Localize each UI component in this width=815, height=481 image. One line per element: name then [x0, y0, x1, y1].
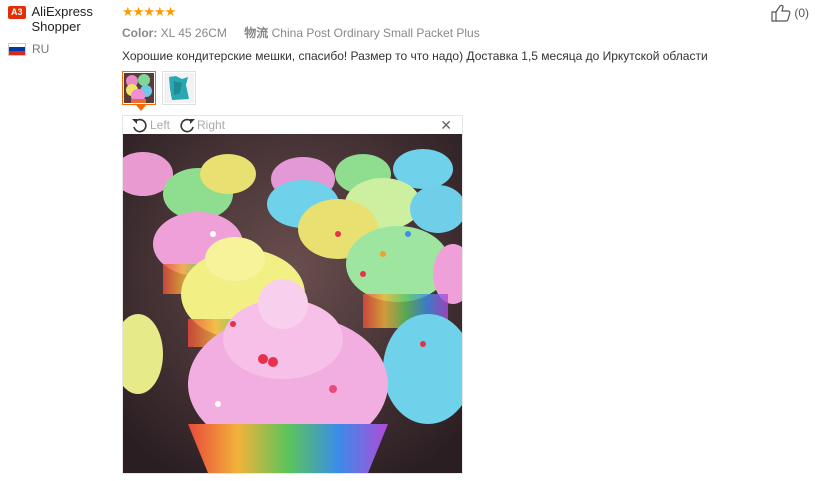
image-viewer: Left Right ✕ — [122, 115, 463, 474]
star-icon: ★ — [164, 3, 177, 19]
color-label: Color: — [122, 26, 158, 40]
rotate-right-button[interactable]: Right — [178, 117, 225, 133]
color-value: XL 45 26CM — [160, 26, 227, 40]
cupcake-photo-icon — [124, 73, 154, 103]
review-photo — [123, 134, 462, 473]
russia-flag-icon — [8, 42, 26, 56]
rotate-left-label: Left — [150, 118, 171, 132]
star-icon: ★ — [153, 3, 166, 19]
shipping-value: China Post Ordinary Small Packet Plus — [271, 26, 480, 40]
rotate-left-button[interactable]: Left — [131, 117, 170, 133]
reviewer-name[interactable]: AliExpress Shopper — [32, 4, 114, 34]
viewer-toolbar: Left Right ✕ — [123, 116, 462, 134]
shipping-label: 物流 — [244, 26, 269, 40]
thumbnail-bag[interactable] — [162, 71, 196, 105]
rotate-right-icon — [180, 118, 196, 133]
review-body: ★ ★ ★ ★ ★ Color: XL 45 26CM 物流 China Pos… — [122, 4, 762, 111]
rotate-right-label: Right — [197, 118, 226, 132]
thumbnail-cupcakes[interactable] — [122, 71, 156, 111]
star-icon: ★ — [132, 3, 145, 19]
star-icon: ★ — [122, 3, 134, 19]
review-text: Хорошие кондитерские мешки, спасибо! Раз… — [122, 49, 708, 63]
cupcakes-photo — [123, 134, 462, 473]
star-icon: ★ — [143, 3, 155, 19]
user-level-badge: A3 — [8, 6, 26, 19]
star-rating: ★ ★ ★ ★ ★ — [122, 4, 762, 18]
close-icon[interactable]: ✕ — [440, 117, 452, 134]
reviewer-info: A3 AliExpress Shopper RU — [8, 4, 114, 56]
reviewer-country: RU — [8, 42, 114, 56]
helpful-vote[interactable]: (0) — [771, 4, 809, 22]
country-code: RU — [32, 42, 50, 56]
review-thumbnails — [122, 71, 762, 111]
teal-bag-photo-icon — [164, 73, 194, 103]
thumbs-up-icon — [771, 4, 791, 22]
active-thumbnail-pointer — [136, 105, 146, 111]
order-info: Color: XL 45 26CM 物流 China Post Ordinary… — [122, 24, 762, 41]
helpful-count: (0) — [794, 6, 809, 20]
rotate-left-icon — [132, 118, 147, 133]
reviewer-line: A3 AliExpress Shopper — [8, 4, 114, 34]
